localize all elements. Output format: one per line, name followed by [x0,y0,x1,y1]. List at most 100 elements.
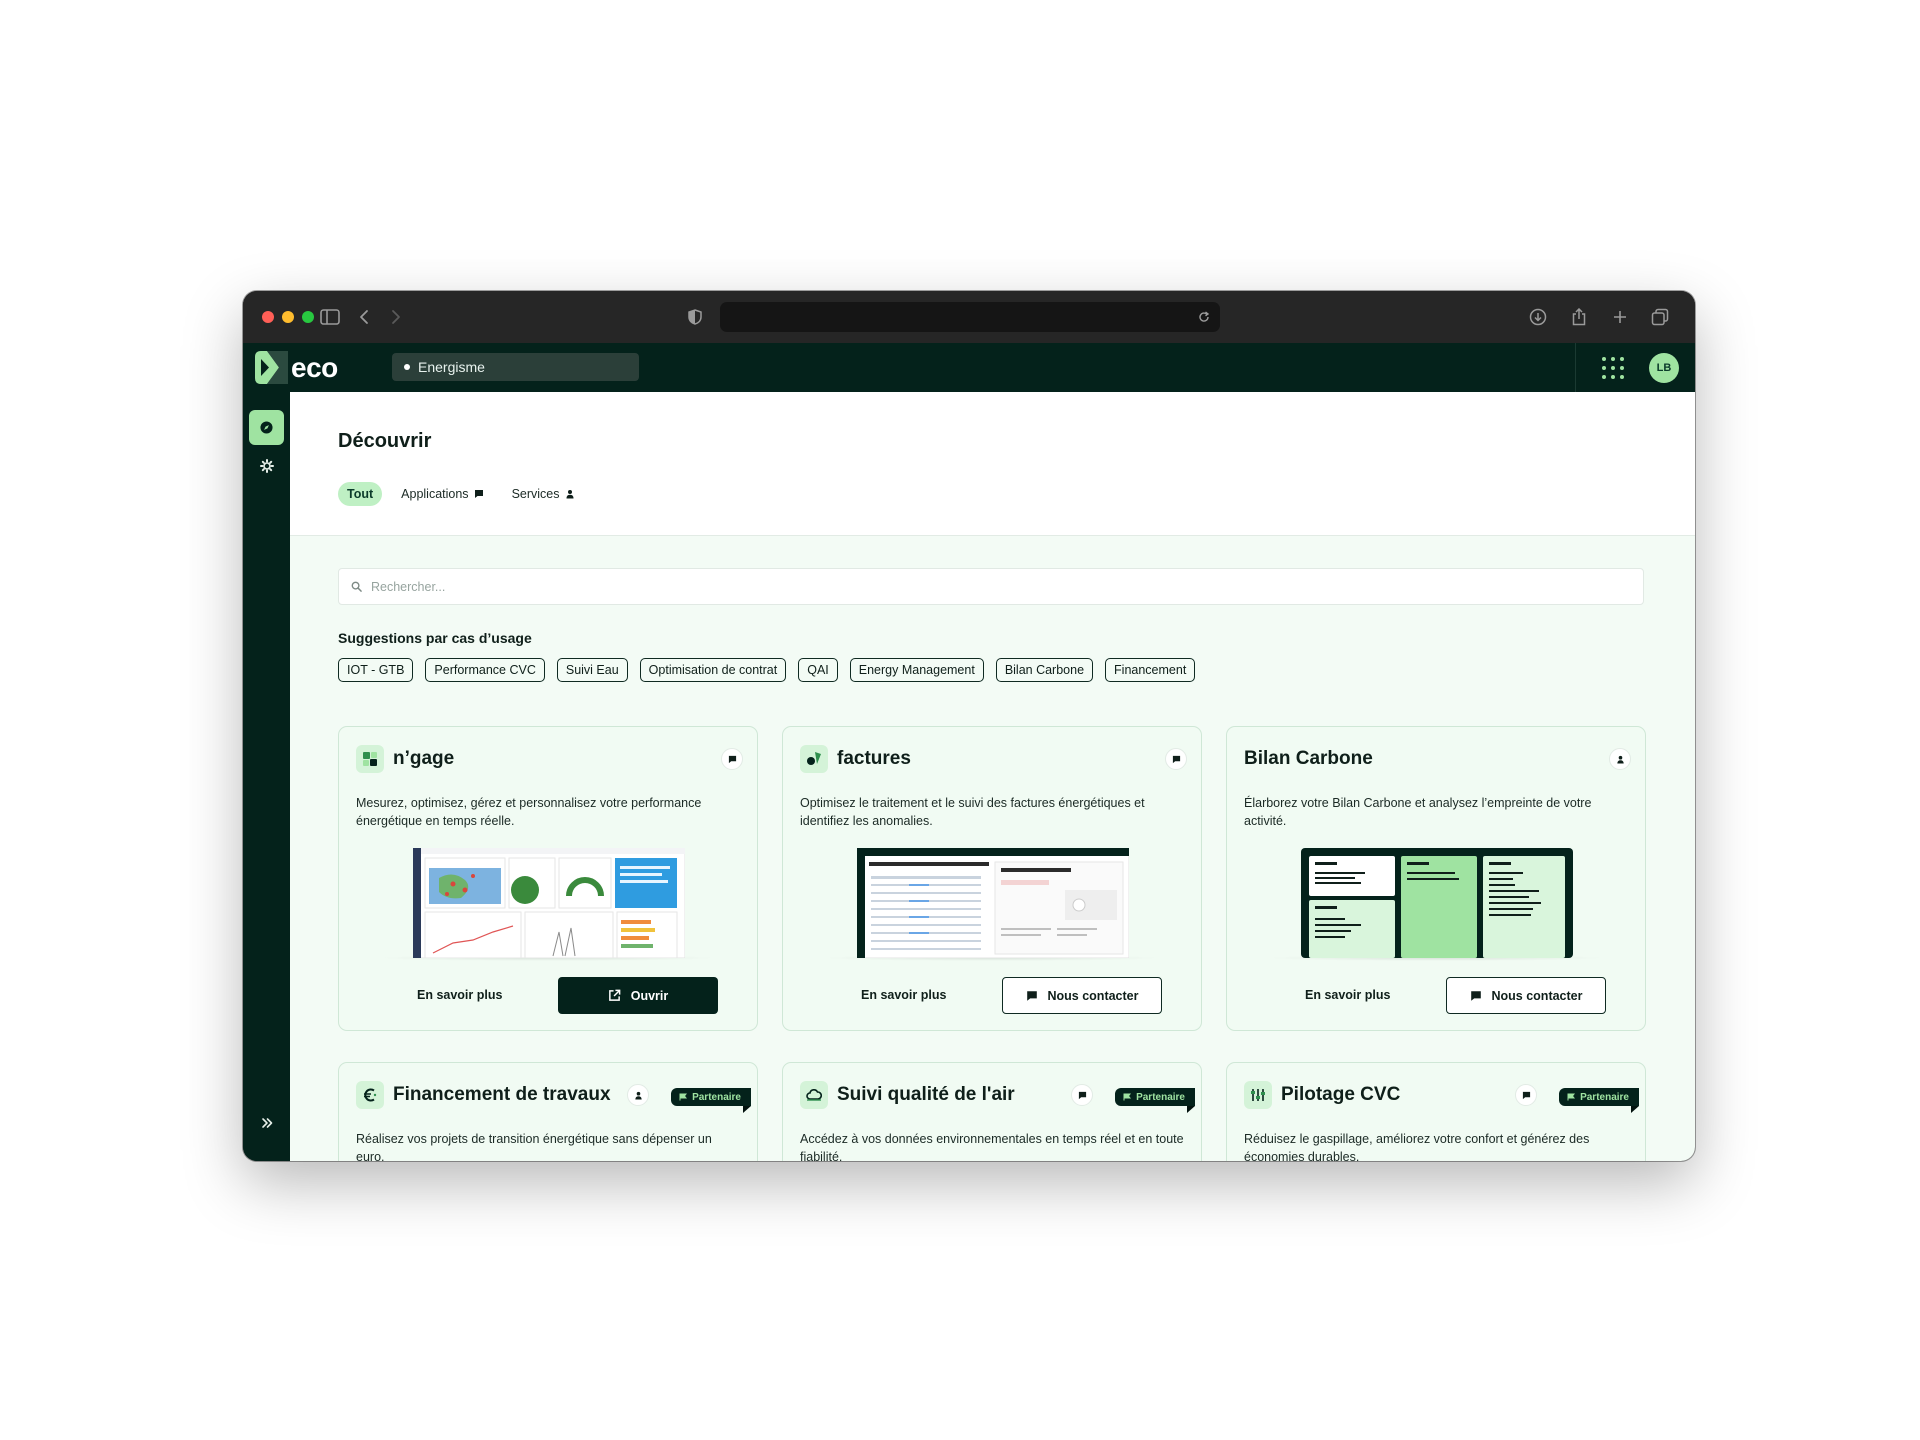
eco-logo[interactable]: eco [255,351,338,384]
card-title: Bilan Carbone [1244,748,1373,769]
sidebar-item-settings[interactable] [249,448,284,483]
person-icon [566,490,573,499]
card-factures[interactable]: factures Optimisez le traitement et le s… [782,726,1202,1031]
cloud-icon [800,1081,828,1109]
card-title: factures [837,748,911,769]
close-window-button[interactable] [262,311,274,323]
tab-overview-icon[interactable] [1648,305,1672,329]
page-title: Découvrir [338,430,432,452]
card-type-badge [1071,1084,1093,1106]
badge-label: Partenaire [692,1091,741,1103]
learn-more-button[interactable]: En savoir plus [1305,988,1390,1002]
tab-label: Applications [401,487,469,501]
tab-label: Tout [347,487,374,501]
new-tab-icon[interactable] [1608,305,1632,329]
chat-icon [728,755,736,763]
address-bar[interactable] [720,302,1220,332]
tab-label: Services [511,487,560,501]
reload-icon[interactable] [1194,307,1214,327]
apps-grid-icon[interactable] [1601,356,1625,380]
user-avatar[interactable]: LB [1649,353,1679,383]
tab-all[interactable]: Tout [338,482,383,506]
partner-badge: Partenaire [1115,1088,1195,1113]
chip-financement[interactable]: Financement [1105,658,1196,682]
expand-sidebar-icon[interactable] [255,1111,279,1135]
card-bilan-carbone[interactable]: Bilan Carbone Élarborez votre Bilan Carb… [1226,726,1646,1031]
person-icon [634,1091,642,1100]
sliders-icon [1244,1081,1272,1109]
chip-energy-management[interactable]: Energy Management [849,658,984,682]
flag-icon [1567,1093,1576,1101]
chat-icon [1026,990,1037,1001]
person-icon [1616,755,1624,764]
card-description: Élarborez votre Bilan Carbone et analyse… [1244,796,1592,828]
forward-icon[interactable] [384,305,408,329]
card-ngage[interactable]: n’gage Mesurez, optimisez, gérez et pers… [338,726,758,1031]
contact-us-button[interactable]: Nous contacter [1002,977,1162,1014]
euro-icon [356,1081,384,1109]
factures-app-icon [800,745,828,773]
card-actions: En savoir plus Nous contacter [783,977,1201,1015]
header-divider [1575,343,1576,392]
chip-suivi-eau[interactable]: Suivi Eau [556,658,628,682]
ngage-dashboard-preview [413,848,685,958]
eco-logo-icon [255,351,288,384]
card-description: Accédez à vos données environnementales … [800,1132,1184,1161]
card-type-badge [1515,1084,1537,1106]
search-field[interactable] [338,568,1644,605]
external-link-icon [608,989,621,1001]
chip-bilan-carbone[interactable]: Bilan Carbone [995,658,1094,682]
downloads-icon[interactable] [1526,305,1550,329]
chip-iot-gtb[interactable]: IOT - GTB [338,658,414,682]
chip-qai[interactable]: QAI [798,658,838,682]
gear-icon [259,458,274,473]
app-header: eco Energisme LB [243,343,1695,392]
open-button[interactable]: Ouvrir [558,977,718,1014]
card-title: Financement de travaux [393,1084,611,1105]
card-description: Optimisez le traitement et le suivi des … [800,796,1145,828]
card-description: Réalisez vos projets de transition énerg… [356,1132,712,1161]
card-type-badge [1609,748,1631,770]
ngage-app-icon [356,745,384,773]
card-suivi-qualite-air[interactable]: Suivi qualité de l'air Partenaire Accéde… [782,1062,1202,1161]
contact-us-button[interactable]: Nous contacter [1446,977,1606,1014]
partner-badge: Partenaire [671,1088,751,1113]
card-financement-travaux[interactable]: Financement de travaux Partenaire Réalis… [338,1062,758,1161]
filter-tabs: Tout Applications Services [338,482,584,506]
button-label: Nous contacter [1047,988,1139,1003]
bilan-carbone-preview [1301,848,1573,958]
chip-performance-cvc[interactable]: Performance CVC [425,658,545,682]
zoom-window-button[interactable] [302,311,314,323]
chat-icon [1172,755,1180,763]
sidebar-item-discover[interactable] [249,410,284,445]
chat-icon [1078,1091,1086,1099]
organization-name: Energisme [418,359,485,375]
tab-applications[interactable]: Applications [392,482,492,506]
back-icon[interactable] [352,305,376,329]
card-header: Suivi qualité de l'air Partenaire [800,1080,1195,1113]
card-actions: En savoir plus Ouvrir [339,977,757,1015]
chat-icon [474,490,483,498]
flag-icon [679,1093,688,1101]
card-description: Réduisez le gaspillage, améliorez votre … [1244,1132,1590,1161]
share-icon[interactable] [1567,305,1591,329]
sidebar-toggle-icon[interactable] [318,305,342,329]
learn-more-button[interactable]: En savoir plus [861,988,946,1002]
factures-dashboard-preview [857,848,1129,958]
learn-more-button[interactable]: En savoir plus [417,988,502,1002]
card-type-badge [1165,748,1187,770]
card-pilotage-cvc[interactable]: Pilotage CVC Partenaire Réduisez le gasp… [1226,1062,1646,1161]
search-input[interactable] [371,579,1571,594]
card-header: n’gage [356,744,743,774]
card-description: Mesurez, optimisez, gérez et personnalis… [356,796,702,828]
organization-selector[interactable]: Energisme [392,353,639,381]
browser-toolbar [243,291,1695,343]
privacy-shield-icon[interactable] [683,305,707,329]
card-actions: En savoir plus Nous contacter [1227,977,1645,1015]
tab-services[interactable]: Services [503,482,584,506]
badge-label: Partenaire [1136,1091,1185,1103]
card-header: factures [800,744,1187,774]
sidebar [243,392,290,1161]
minimize-window-button[interactable] [282,311,294,323]
chip-optimisation-contrat[interactable]: Optimisation de contrat [639,658,787,682]
